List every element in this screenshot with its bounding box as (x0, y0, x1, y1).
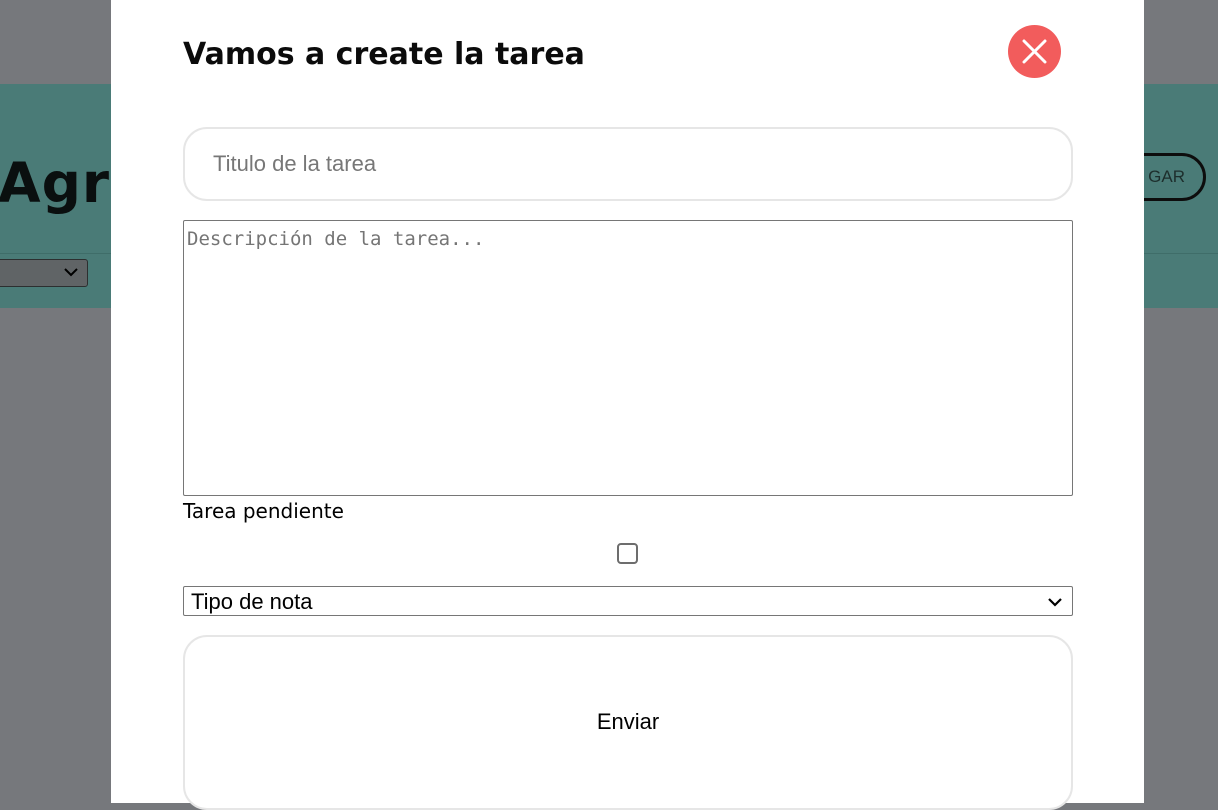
filter-select[interactable] (0, 259, 88, 287)
task-description-textarea[interactable] (183, 220, 1073, 496)
submit-label: Enviar (596, 709, 660, 734)
note-type-selected: Tipo de nota (191, 589, 313, 614)
chevron-down-icon (64, 268, 78, 277)
close-button[interactable] (1008, 25, 1061, 78)
task-title-input[interactable] (183, 127, 1073, 201)
close-icon (1022, 39, 1047, 64)
note-type-select[interactable]: Tipo de nota (183, 586, 1073, 616)
submit-button[interactable]: Enviar (183, 635, 1073, 810)
modal-title: Vamos a create la tarea (183, 37, 585, 72)
create-task-modal: Vamos a create la tarea Tarea pendiente … (111, 0, 1144, 810)
chevron-down-icon (1048, 598, 1062, 607)
pending-label: Tarea pendiente (183, 499, 344, 523)
pending-checkbox[interactable] (617, 543, 638, 564)
